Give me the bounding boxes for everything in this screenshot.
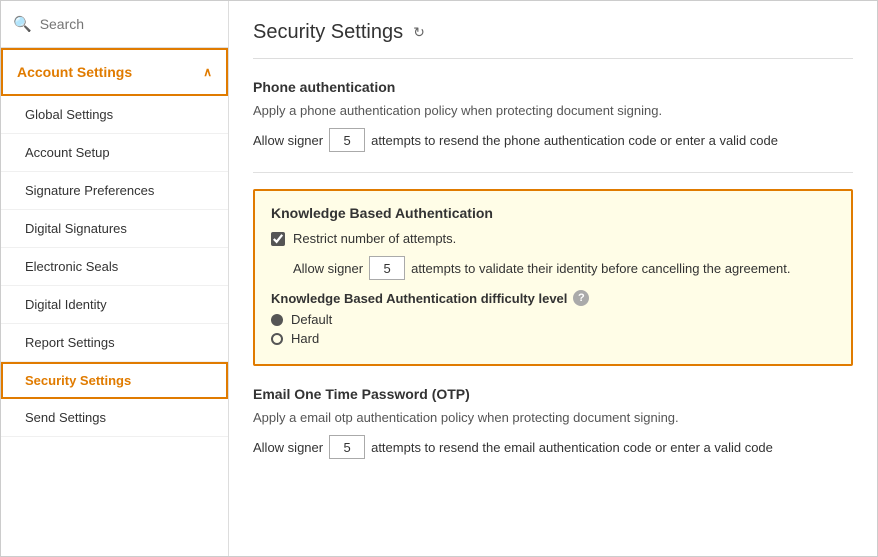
page-header: Security Settings ↻ — [253, 21, 853, 59]
page-title: Security Settings — [253, 21, 403, 44]
account-settings-header[interactable]: Account Settings ∧ — [1, 48, 228, 96]
kba-allow-signer-prefix: Allow signer — [293, 261, 363, 276]
search-input[interactable] — [40, 16, 216, 32]
kba-hard-row[interactable]: Hard — [271, 331, 835, 346]
kba-section: Knowledge Based Authentication Restrict … — [253, 189, 853, 366]
kba-hard-label: Hard — [291, 331, 319, 346]
sidebar-item-send-settings[interactable]: Send Settings — [1, 399, 228, 437]
kba-default-row[interactable]: Default — [271, 312, 835, 327]
search-icon: 🔍 — [13, 15, 32, 33]
sidebar-item-digital-signatures[interactable]: Digital Signatures — [1, 210, 228, 248]
sidebar-item-signature-preferences[interactable]: Signature Preferences — [1, 172, 228, 210]
kba-difficulty-block: Knowledge Based Authentication difficult… — [271, 290, 835, 350]
kba-allow-signer-suffix: attempts to validate their identity befo… — [411, 261, 790, 276]
kba-title: Knowledge Based Authentication — [271, 205, 835, 221]
sidebar-item-security-settings[interactable]: Security Settings — [1, 362, 228, 399]
sidebar: 🔍 Account Settings ∧ Global SettingsAcco… — [1, 1, 229, 556]
sidebar-item-electronic-seals[interactable]: Electronic Seals — [1, 248, 228, 286]
nav-items-list: Global SettingsAccount SetupSignature Pr… — [1, 96, 228, 437]
kba-inner: Restrict number of attempts. Allow signe… — [271, 231, 835, 350]
email-otp-row: Allow signer attempts to resend the emai… — [253, 435, 853, 459]
help-icon[interactable]: ? — [573, 290, 589, 306]
email-otp-title: Email One Time Password (OTP) — [253, 386, 853, 402]
radio-empty-icon — [271, 333, 283, 345]
kba-default-label: Default — [291, 312, 332, 327]
email-allow-signer-suffix: attempts to resend the email authenticat… — [371, 440, 773, 455]
main-content: Security Settings ↻ Phone authentication… — [229, 1, 877, 556]
radio-filled-icon — [271, 314, 283, 326]
phone-auth-section: Phone authentication Apply a phone authe… — [253, 79, 853, 152]
kba-restrict-checkbox[interactable] — [271, 232, 285, 246]
kba-difficulty-label: Knowledge Based Authentication difficult… — [271, 290, 835, 306]
kba-restrict-label: Restrict number of attempts. — [293, 231, 456, 246]
email-attempts-input[interactable] — [329, 435, 365, 459]
account-settings-label: Account Settings — [17, 64, 132, 80]
refresh-icon[interactable]: ↻ — [413, 24, 425, 41]
chevron-up-icon: ∧ — [203, 65, 212, 79]
sidebar-item-digital-identity[interactable]: Digital Identity — [1, 286, 228, 324]
divider-1 — [253, 172, 853, 173]
sidebar-item-global-settings[interactable]: Global Settings — [1, 96, 228, 134]
search-bar[interactable]: 🔍 — [1, 1, 228, 48]
kba-attempts-input[interactable] — [369, 256, 405, 280]
phone-auth-title: Phone authentication — [253, 79, 853, 95]
email-otp-desc: Apply a email otp authentication policy … — [253, 410, 853, 425]
email-otp-section: Email One Time Password (OTP) Apply a em… — [253, 386, 853, 459]
phone-auth-desc: Apply a phone authentication policy when… — [253, 103, 853, 118]
phone-auth-row: Allow signer attempts to resend the phon… — [253, 128, 853, 152]
phone-allow-signer-prefix: Allow signer — [253, 133, 323, 148]
kba-attempts-row: Allow signer attempts to validate their … — [271, 256, 835, 280]
phone-allow-signer-suffix: attempts to resend the phone authenticat… — [371, 133, 778, 148]
sidebar-item-account-setup[interactable]: Account Setup — [1, 134, 228, 172]
phone-attempts-input[interactable] — [329, 128, 365, 152]
sidebar-item-report-settings[interactable]: Report Settings — [1, 324, 228, 362]
email-allow-signer-prefix: Allow signer — [253, 440, 323, 455]
kba-restrict-row[interactable]: Restrict number of attempts. — [271, 231, 835, 246]
